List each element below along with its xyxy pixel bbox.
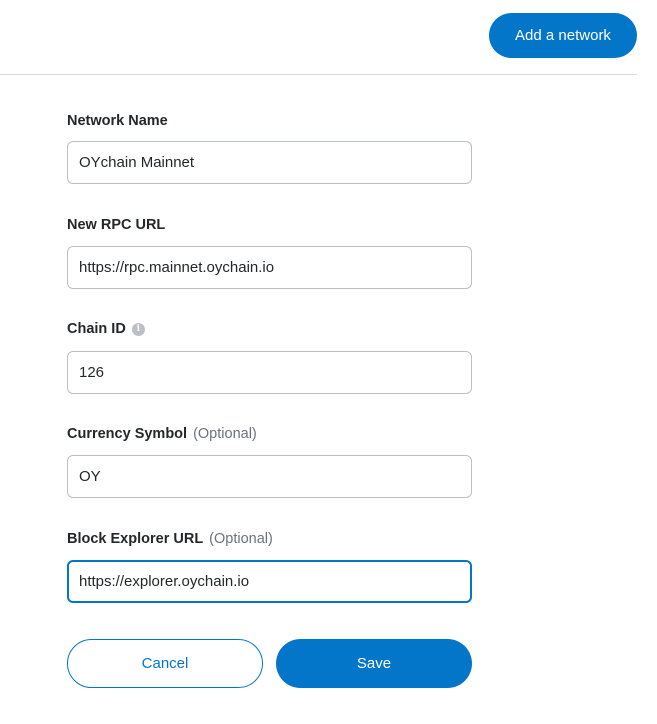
rpc-url-field: New RPC URL [67, 215, 472, 289]
block-explorer-label-text: Block Explorer URL [67, 531, 204, 547]
rpc-url-input[interactable] [67, 246, 472, 289]
network-name-label: Network Name [67, 111, 472, 131]
network-name-label-text: Network Name [67, 113, 168, 129]
rpc-url-label-text: New RPC URL [67, 217, 166, 233]
info-icon[interactable]: i [131, 322, 145, 336]
currency-symbol-field: Currency Symbol (Optional) [67, 424, 472, 498]
page-header: Add a network [0, 0, 637, 75]
save-button[interactable]: Save [276, 639, 472, 688]
cancel-button[interactable]: Cancel [67, 639, 263, 688]
network-name-field: Network Name [67, 111, 472, 184]
currency-symbol-input[interactable] [67, 455, 472, 498]
chain-id-label: Chain ID i [67, 319, 472, 339]
block-explorer-input[interactable] [67, 560, 472, 603]
currency-symbol-label: Currency Symbol (Optional) [67, 424, 472, 444]
rpc-url-label: New RPC URL [67, 215, 472, 235]
chain-id-input[interactable] [67, 351, 472, 394]
optional-hint: (Optional) [209, 531, 273, 547]
optional-hint: (Optional) [193, 426, 257, 442]
block-explorer-field: Block Explorer URL (Optional) [67, 529, 472, 603]
chain-id-field: Chain ID i [67, 319, 472, 394]
network-name-input[interactable] [67, 141, 472, 184]
add-network-button[interactable]: Add a network [489, 13, 637, 58]
chain-id-label-text: Chain ID [67, 321, 126, 337]
block-explorer-label: Block Explorer URL (Optional) [67, 529, 472, 549]
currency-symbol-label-text: Currency Symbol [67, 426, 188, 442]
